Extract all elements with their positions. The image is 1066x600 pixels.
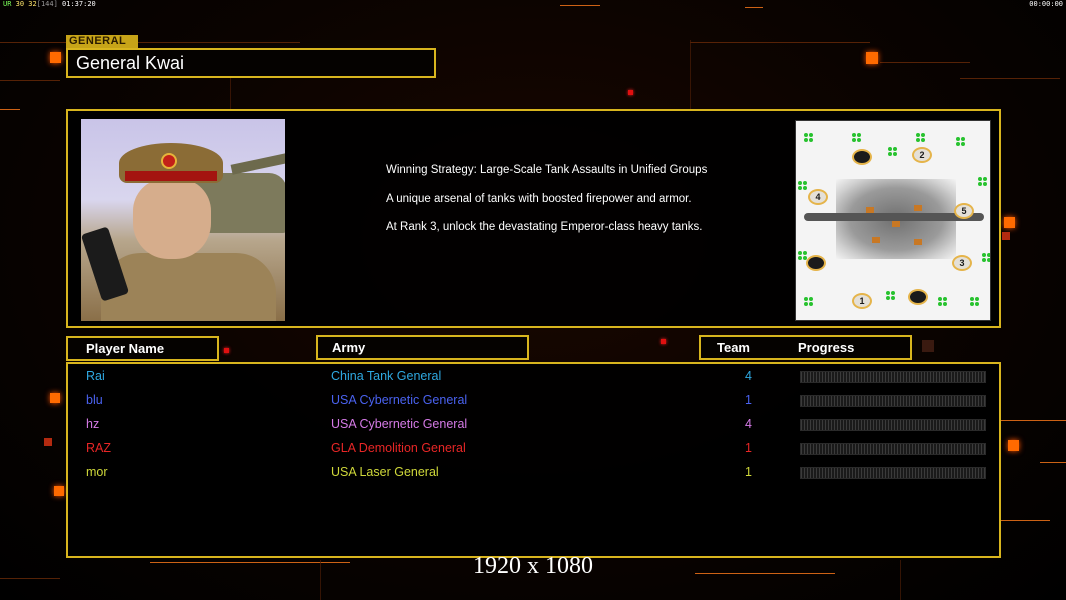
player-army: USA Laser General	[331, 465, 439, 479]
player-army: GLA Demolition General	[331, 441, 466, 455]
header-army: Army	[316, 335, 529, 360]
header-progress: Progress	[798, 340, 855, 355]
player-name: hz	[86, 417, 100, 431]
player-team: 4	[745, 417, 752, 431]
player-row[interactable]: blu USA Cybernetic General 1	[68, 390, 999, 410]
player-army: USA Cybernetic General	[331, 393, 468, 407]
map-start-position-2[interactable]: 2	[912, 147, 932, 163]
player-team: 1	[745, 441, 752, 455]
player-row[interactable]: hz USA Cybernetic General 4	[68, 414, 999, 434]
header-team: Team	[717, 340, 750, 355]
player-team: 1	[745, 393, 752, 407]
map-preview[interactable]: 2 4 5 3 1	[795, 120, 991, 321]
header-team-progress: Team Progress	[699, 335, 912, 360]
player-team: 4	[745, 369, 752, 383]
player-list: Rai China Tank General 4 blu USA Cybernetic …	[66, 362, 1001, 558]
player-name: mor	[86, 465, 108, 479]
player-army: China Tank General	[331, 369, 442, 383]
player-name: blu	[86, 393, 103, 407]
map-empty-position[interactable]	[806, 255, 826, 271]
map-start-position-1[interactable]: 1	[852, 293, 872, 309]
player-row[interactable]: Rai China Tank General 4	[68, 366, 999, 386]
player-name: RAZ	[86, 441, 111, 455]
player-team: 1	[745, 465, 752, 479]
player-progress-bar	[800, 467, 986, 479]
status-bar: UR 30 32[144] 01:37:20 00:00:00	[0, 0, 1066, 10]
star-emblem-icon	[161, 153, 177, 169]
game-timer: 00:00:00	[1029, 0, 1063, 8]
map-empty-position[interactable]	[908, 289, 928, 305]
general-label: GENERAL	[66, 35, 138, 48]
player-army: USA Cybernetic General	[331, 417, 468, 431]
description-arsenal: A unique arsenal of tanks with boosted f…	[386, 192, 692, 205]
fps-readout: UR 30 32[144] 01:37:20	[3, 0, 96, 8]
player-progress-bar	[800, 419, 986, 431]
map-start-position-5[interactable]: 5	[954, 203, 974, 219]
resolution-caption: 1920 x 1080	[473, 553, 593, 579]
player-progress-bar	[800, 395, 986, 407]
player-name: Rai	[86, 369, 105, 383]
map-start-position-4[interactable]: 4	[808, 189, 828, 205]
general-info-panel: Winning Strategy: Large-Scale Tank Assau…	[66, 109, 1001, 328]
description-rank: At Rank 3, unlock the devastating Empero…	[386, 221, 703, 233]
player-row[interactable]: mor USA Laser General 1	[68, 462, 999, 482]
general-title: General Kwai	[66, 48, 436, 78]
map-empty-position[interactable]	[852, 149, 872, 165]
description-strategy: Winning Strategy: Large-Scale Tank Assau…	[386, 164, 708, 176]
header-player-name: Player Name	[66, 336, 219, 361]
general-portrait	[81, 119, 285, 321]
player-progress-bar	[800, 371, 986, 383]
player-row[interactable]: RAZ GLA Demolition General 1	[68, 438, 999, 458]
general-description: Winning Strategy: Large-Scale Tank Assau…	[386, 163, 716, 249]
player-progress-bar	[800, 443, 986, 455]
map-start-position-3[interactable]: 3	[952, 255, 972, 271]
